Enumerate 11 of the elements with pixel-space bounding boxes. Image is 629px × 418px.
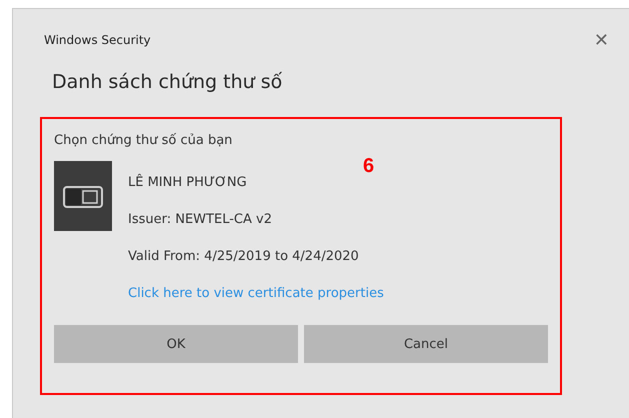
window-title: Windows Security — [44, 33, 151, 47]
certificate-issuer: Issuer: NEWTEL-CA v2 — [128, 211, 273, 229]
prompt-text: Chọn chứng thư số của bạn — [54, 133, 234, 148]
annotation-number: 6 — [363, 155, 374, 178]
certificate-name: LÊ MINH PHƯƠNG — [128, 174, 248, 192]
close-button[interactable]: ✕ — [594, 30, 609, 50]
dialog-button[interactable]: OK — [54, 325, 298, 363]
dialog-heading: Danh sách chứng thư số — [51, 71, 284, 95]
dialog-button[interactable]: Cancel — [304, 325, 548, 363]
certificate-card-icon — [54, 161, 112, 231]
certificate-validity: Valid From: 4/25/2019 to 4/24/2020 — [128, 248, 360, 266]
